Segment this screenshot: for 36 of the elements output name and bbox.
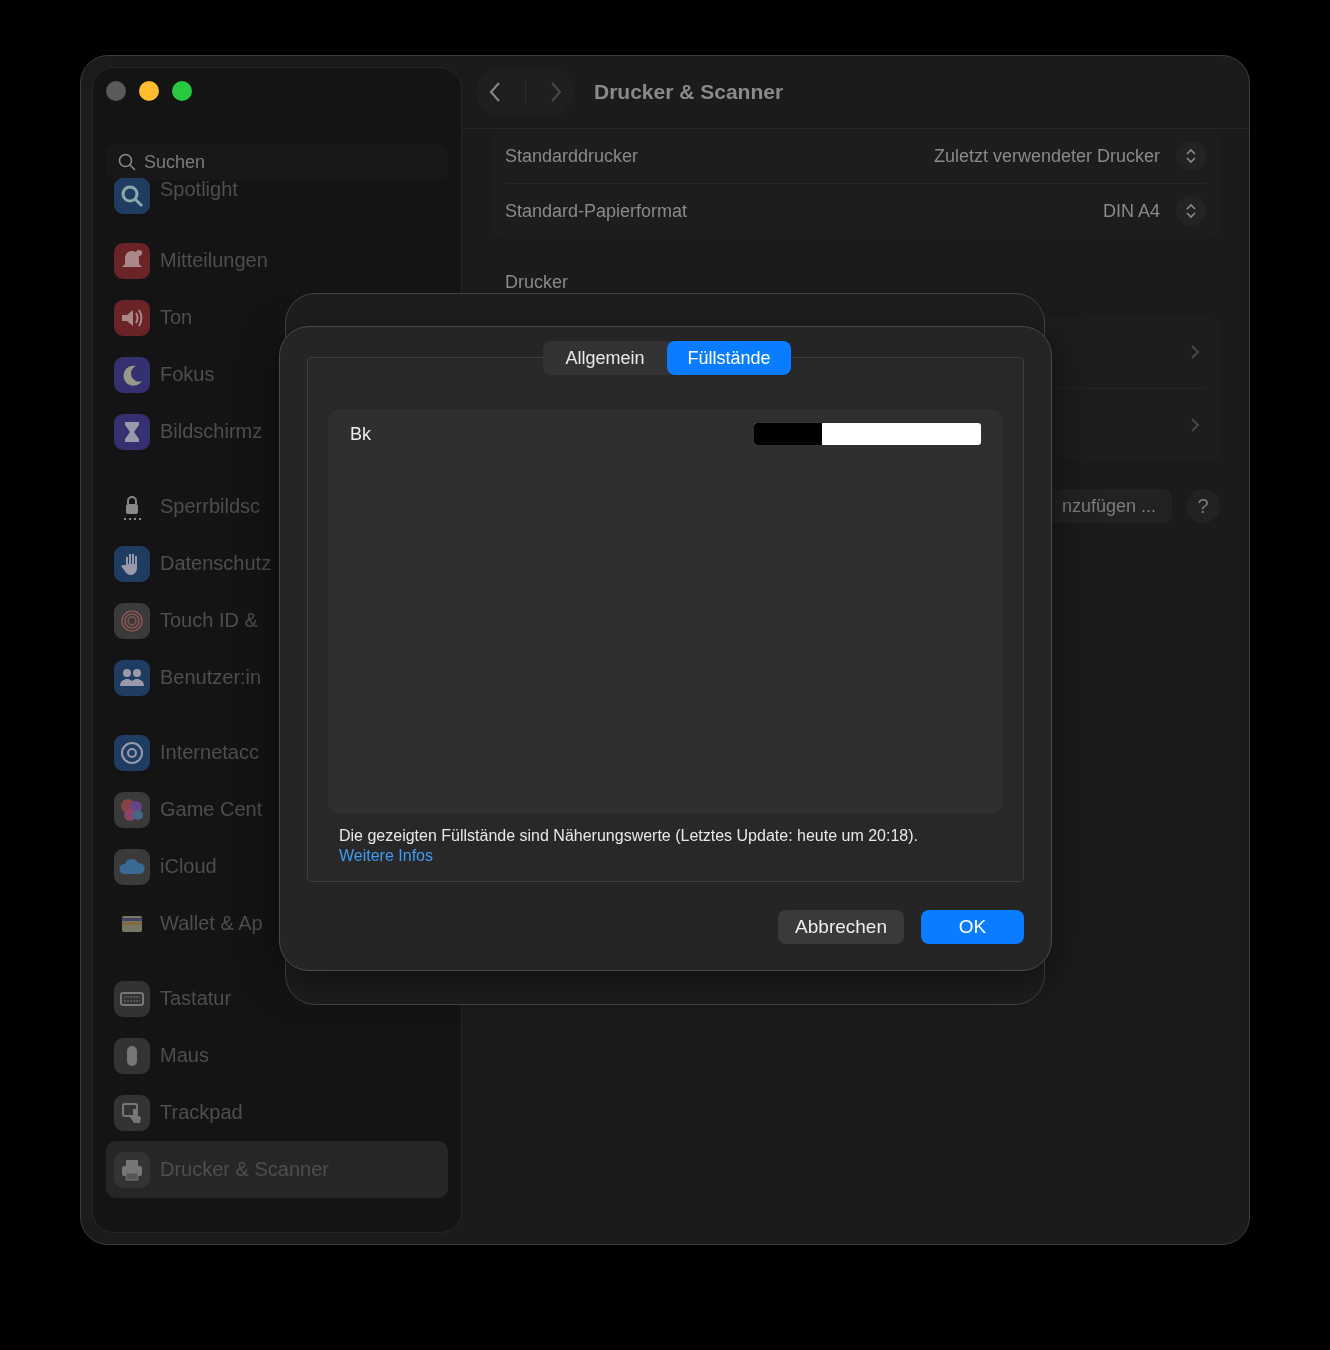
supply-name: Bk [350, 423, 371, 445]
ok-button[interactable]: OK [921, 910, 1024, 944]
setting-label: Standard-Papierformat [505, 200, 688, 222]
forward-icon[interactable] [548, 81, 563, 103]
chevron-icon [1190, 417, 1200, 433]
search-field[interactable]: Suchen [106, 144, 448, 180]
sidebar-item[interactable]: Sperrbildsc [106, 478, 448, 535]
sidebar-item[interactable]: Trackpad [106, 1084, 448, 1141]
popup-value[interactable]: DIN A4 [1102, 200, 1160, 222]
sidebar-item[interactable]: Benutzer:in [106, 649, 448, 706]
help-button[interactable]: ? [1186, 489, 1220, 523]
search-icon [118, 153, 136, 171]
more-info-link[interactable]: Weitere Infos [339, 846, 433, 866]
stepper-icon[interactable] [1176, 141, 1206, 171]
popup-value[interactable]: Zuletzt verwendeter Drucker [933, 145, 1160, 167]
sidebar-item[interactable]: Mitteilungen [106, 232, 448, 289]
sidebar-item[interactable]: Internetacc [106, 724, 448, 781]
stepper-icon[interactable] [1176, 196, 1206, 226]
sidebar-item[interactable]: Maus [106, 1027, 448, 1084]
section-heading: Drucker [505, 272, 569, 292]
sidebar-item[interactable]: Spotlight [106, 178, 448, 214]
close-button[interactable] [106, 81, 126, 101]
sidebar-item[interactable]: Wallet & Ap [106, 895, 448, 952]
tab[interactable]: Allgemein [543, 341, 667, 375]
back-icon[interactable] [487, 81, 502, 103]
sidebar-item[interactable]: Touch ID & [106, 592, 448, 649]
tab[interactable]: Füllstände [667, 341, 791, 375]
cancel-button[interactable]: Abbrechen [778, 910, 904, 944]
sidebar-item[interactable]: Fokus [106, 346, 448, 403]
note-text: Die gezeigten Füllstände sind Näherungswerte (Letztes Update: heute um 20:18). [339, 826, 919, 846]
setting-label: Standarddrucker [505, 145, 639, 167]
page-title: Drucker & Scanner [594, 80, 784, 104]
sidebar-item[interactable]: Datenschutz [106, 535, 448, 592]
zoom-button[interactable] [172, 81, 192, 101]
minimize-button[interactable] [139, 81, 159, 101]
chevron-icon [1190, 344, 1200, 360]
